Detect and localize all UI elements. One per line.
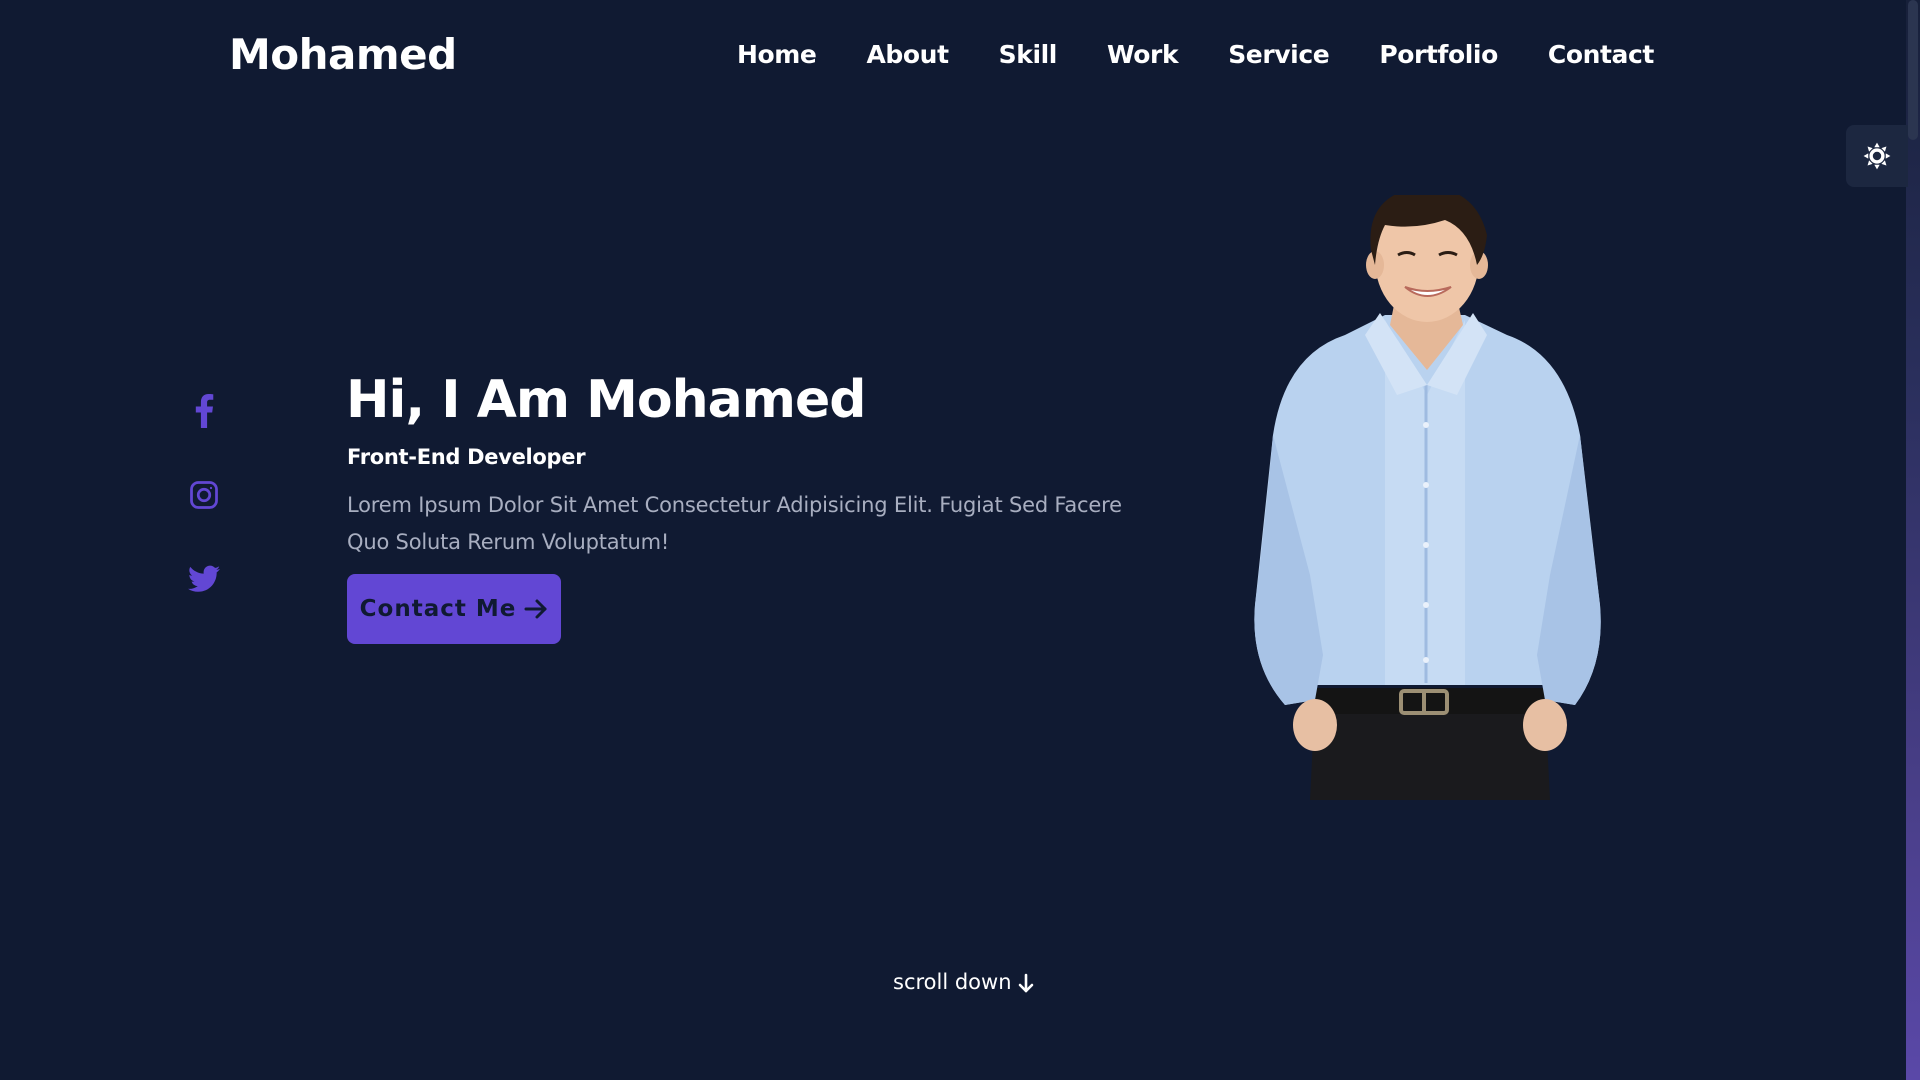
- scroll-down-label: scroll down: [893, 970, 1012, 994]
- scroll-down-link[interactable]: scroll down: [893, 970, 1036, 994]
- nav-service[interactable]: Service: [1228, 40, 1330, 69]
- profile-photo: [1254, 195, 1601, 800]
- contact-me-label: Contact Me: [359, 596, 517, 622]
- hero-subtitle: Front-End Developer: [347, 445, 586, 469]
- nav-work[interactable]: Work: [1107, 40, 1179, 69]
- sun-icon: [1863, 142, 1891, 170]
- arrow-right-icon: [524, 599, 547, 619]
- nav-skill[interactable]: Skill: [999, 40, 1058, 69]
- facebook-link[interactable]: [188, 394, 220, 428]
- social-links: [188, 394, 220, 595]
- twitter-link[interactable]: [188, 563, 220, 595]
- theme-toggle-button[interactable]: [1846, 125, 1908, 187]
- page: Mohamed Home About Skill Work Service Po…: [0, 0, 1920, 1080]
- instagram-icon: [190, 481, 218, 509]
- hero-title: Hi, I Am Mohamed: [346, 370, 866, 430]
- logo[interactable]: Mohamed: [229, 30, 457, 79]
- facebook-icon: [195, 394, 214, 428]
- twitter-icon: [188, 565, 220, 592]
- scrollbar-track[interactable]: [1906, 0, 1920, 1080]
- main-nav: Home About Skill Work Service Portfolio …: [737, 40, 1654, 69]
- nav-about[interactable]: About: [866, 40, 949, 69]
- nav-contact[interactable]: Contact: [1548, 40, 1655, 69]
- instagram-link[interactable]: [188, 479, 220, 511]
- nav-portfolio[interactable]: Portfolio: [1379, 40, 1498, 69]
- arrow-down-icon: [1018, 973, 1033, 993]
- nav-home[interactable]: Home: [737, 40, 817, 69]
- contact-me-button[interactable]: Contact Me: [347, 574, 561, 644]
- hero-description: Lorem Ipsum Dolor Sit Amet Consectetur A…: [347, 493, 1122, 554]
- scrollbar-thumb[interactable]: [1908, 0, 1918, 140]
